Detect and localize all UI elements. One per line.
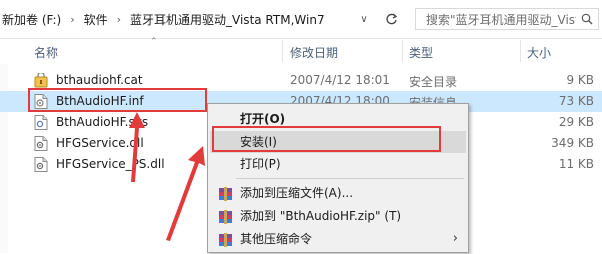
column-header-row: ⌃ 名称 修改日期 类型 大小 (0, 37, 602, 64)
column-header-name[interactable]: 名称 (34, 44, 58, 61)
menu-item-label: 其他压缩命令 (240, 232, 313, 246)
file-name: HFGService.dll (56, 136, 144, 150)
breadcrumb-chevron-icon[interactable]: › (63, 13, 81, 26)
column-header-type[interactable]: 类型 (409, 44, 433, 61)
context-menu: 打开(O) 安装(I) 打印(P) 添加到压缩文件(A)... 添加到 "Bth… (207, 103, 469, 253)
file-row[interactable]: bthaudiohf.cat 2007/4/12 18:01 安全目录 9 KB (0, 70, 602, 91)
submenu-arrow-icon: › (452, 231, 458, 246)
file-type: 安全目录 (409, 75, 458, 89)
menu-item-add-to-archive[interactable]: 添加到压缩文件(A)... (210, 182, 466, 204)
system-file-icon (34, 115, 48, 130)
menu-item-label: 打开(O) (240, 112, 286, 126)
menu-item-label: 添加到压缩文件(A)... (240, 186, 354, 200)
setup-info-icon (34, 94, 48, 109)
menu-separator (236, 178, 464, 179)
menu-item-other-compress[interactable]: 其他压缩命令 › (210, 228, 466, 250)
breadcrumb-chevron-icon[interactable]: › (110, 13, 128, 26)
file-size: 73 KB (558, 94, 594, 108)
menu-item-label: 添加到 "BthAudioHF.zip" (T) (240, 209, 402, 223)
file-size: 349 KB (551, 136, 594, 150)
address-history-dropdown-icon[interactable]: ∨ (357, 9, 371, 29)
file-name: BthAudioHF.sys (56, 115, 149, 129)
sort-up-icon: ⌃ (150, 37, 158, 47)
dll-file-icon (34, 136, 48, 151)
file-size: 9 KB (566, 73, 594, 87)
search-box[interactable]: 搜索"蓝牙耳机通用驱动_Vist... (415, 8, 599, 30)
column-divider[interactable] (282, 40, 283, 62)
file-size: 29 KB (558, 115, 594, 129)
file-name: bthaudiohf.cat (56, 73, 143, 87)
file-size: 11 KB (558, 157, 594, 171)
breadcrumb-current-folder[interactable]: 蓝牙耳机通用驱动_Vista RTM,Win7 (128, 11, 327, 28)
security-catalog-icon (34, 71, 48, 88)
menu-item-open[interactable]: 打开(O) (210, 108, 466, 130)
winrar-archive-icon (218, 232, 233, 247)
search-icon[interactable] (576, 9, 598, 29)
dll-file-icon (34, 157, 48, 172)
file-name: BthAudioHF.inf (56, 94, 144, 108)
column-divider[interactable] (520, 40, 521, 62)
winrar-archive-icon (218, 186, 233, 201)
menu-item-install[interactable]: 安装(I) (210, 131, 466, 153)
file-date: 2007/4/12 18:01 (290, 73, 390, 87)
column-header-date[interactable]: 修改日期 (290, 44, 338, 61)
menu-item-label: 安装(I) (240, 135, 277, 149)
address-bar: 新加卷 (F:) › 软件 › 蓝牙耳机通用驱动_Vista RTM,Win7 … (0, 0, 602, 39)
column-header-size[interactable]: 大小 (527, 44, 551, 61)
menu-item-print[interactable]: 打印(P) (210, 153, 466, 175)
menu-item-label: 打印(P) (240, 157, 281, 171)
menu-item-add-to-zip[interactable]: 添加到 "BthAudioHF.zip" (T) (210, 205, 466, 227)
refresh-icon[interactable] (382, 9, 400, 29)
breadcrumb-software[interactable]: 软件 (82, 11, 110, 28)
file-name: HFGService_PS.dll (56, 157, 165, 171)
search-input[interactable]: 搜索"蓝牙耳机通用驱动_Vist... (416, 11, 576, 28)
winrar-archive-icon (218, 209, 233, 224)
column-divider[interactable] (402, 40, 403, 62)
breadcrumb-drive[interactable]: 新加卷 (F:) (0, 11, 63, 28)
breadcrumb: 新加卷 (F:) › 软件 › 蓝牙耳机通用驱动_Vista RTM,Win7 (0, 9, 327, 29)
